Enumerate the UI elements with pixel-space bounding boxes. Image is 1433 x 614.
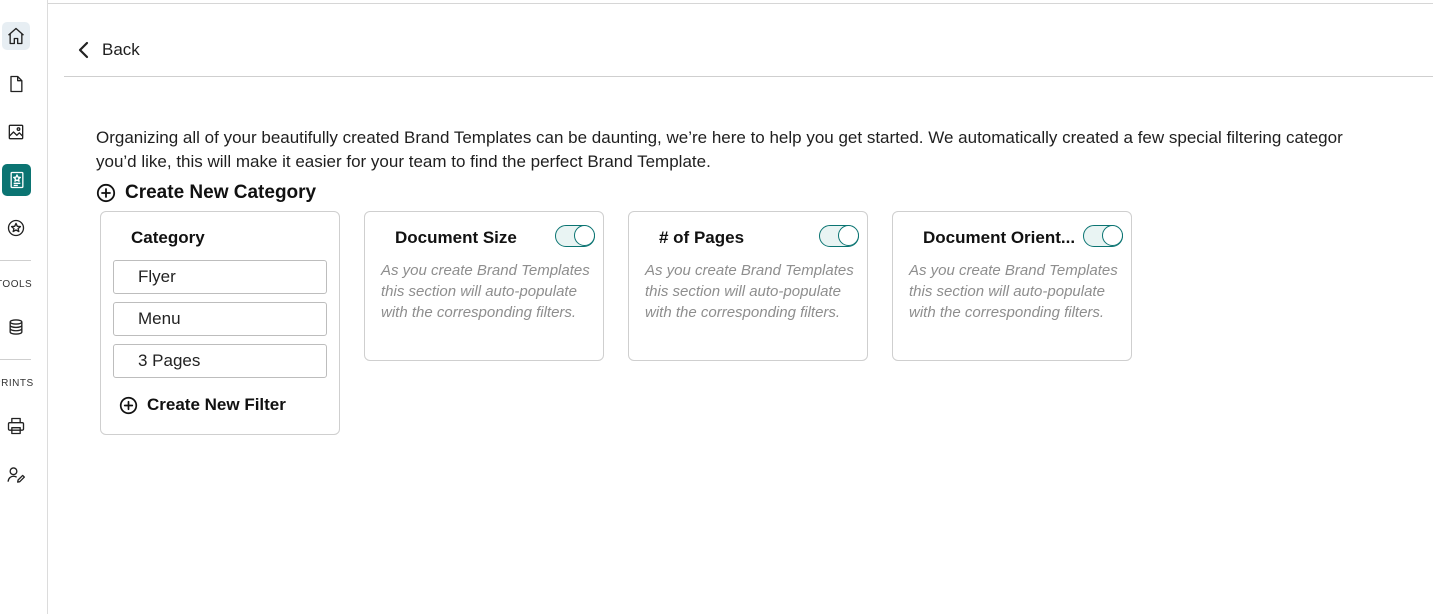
filter-card-description: As you create Brand Templates this secti… — [645, 262, 854, 321]
filter-card-description: As you create Brand Templates this secti… — [909, 262, 1118, 321]
filter-card-title: Document Size — [395, 228, 517, 247]
user-edit-icon[interactable] — [2, 461, 30, 489]
filter-card-document-orientation: Document Orient... As you create Brand T… — [892, 211, 1132, 361]
intro-line-1: Organizing all of your beautifully creat… — [96, 128, 1343, 147]
create-new-filter-label: Create New Filter — [147, 395, 286, 414]
document-orientation-toggle[interactable] — [1083, 225, 1123, 247]
toggle-knob — [574, 225, 595, 246]
create-new-category-label: Create New Category — [125, 182, 317, 203]
filter-card-document-size: Document Size As you create Brand Templa… — [364, 211, 604, 361]
category-card: Category Flyer Menu 3 Pages Create New F… — [100, 211, 340, 435]
brand-template-icon[interactable] — [2, 164, 31, 196]
sidebar: TOOLS PRINTS — [0, 0, 48, 614]
image-icon[interactable] — [2, 118, 30, 146]
intro-text: Organizing all of your beautifully creat… — [96, 126, 1433, 174]
back-label: Back — [102, 40, 140, 59]
plus-circle-icon — [119, 396, 138, 414]
plus-circle-icon — [96, 183, 116, 203]
printer-icon[interactable] — [2, 412, 30, 440]
top-border — [48, 3, 1433, 4]
sidebar-divider — [0, 359, 31, 360]
document-size-toggle[interactable] — [555, 225, 595, 247]
header-divider — [64, 76, 1433, 77]
chevron-left-icon — [78, 41, 89, 59]
filter-input-3-pages[interactable]: 3 Pages — [113, 344, 327, 378]
filter-card-title: # of Pages — [659, 228, 745, 247]
badge-icon[interactable] — [2, 214, 30, 242]
filter-input-menu[interactable]: Menu — [113, 302, 327, 336]
number-of-pages-toggle[interactable] — [819, 225, 859, 247]
home-icon[interactable] — [2, 22, 30, 50]
document-icon[interactable] — [2, 70, 30, 98]
toggle-knob — [1102, 225, 1123, 246]
intro-line-2: you’d like, this will make it easier for… — [96, 152, 711, 171]
filter-card-title: Document Orient... — [923, 228, 1076, 247]
toggle-knob — [838, 225, 859, 246]
filter-card-description: As you create Brand Templates this secti… — [381, 262, 590, 321]
back-button[interactable]: Back — [76, 40, 140, 60]
create-new-category-button[interactable]: Create New Category — [96, 182, 316, 204]
filter-card-number-of-pages: # of Pages As you create Brand Templates… — [628, 211, 868, 361]
create-new-filter-button[interactable]: Create New Filter — [119, 395, 286, 415]
sidebar-divider — [0, 260, 31, 261]
category-card-title: Category — [131, 228, 205, 247]
sidebar-section-prints: PRINTS — [0, 378, 34, 389]
filter-input-flyer[interactable]: Flyer — [113, 260, 327, 294]
sidebar-section-tools: TOOLS — [0, 279, 33, 290]
database-icon[interactable] — [2, 313, 30, 341]
